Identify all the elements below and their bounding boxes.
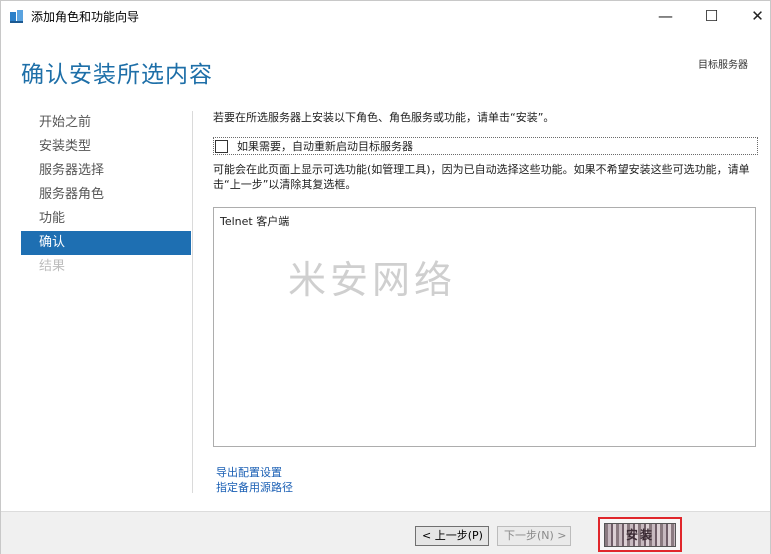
minimize-button[interactable]: —: [643, 1, 688, 31]
restart-checkbox-row[interactable]: 如果需要，自动重新启动目标服务器: [213, 137, 758, 155]
window-title: 添加角色和功能向导: [31, 10, 140, 24]
nav-item-features[interactable]: 功能: [21, 207, 191, 231]
install-button-highlight[interactable]: 安装: [598, 517, 682, 552]
next-button: 下一步(N) >: [497, 526, 571, 546]
export-settings-link[interactable]: 导出配置设置: [216, 464, 282, 480]
optional-features-note: 可能会在此页面上显示可选功能(如管理工具)，因为已自动选择这些功能。如果不希望安…: [213, 163, 750, 191]
wizard-nav: 开始之前 安装类型 服务器选择 服务器角色 功能 确认 结果: [21, 111, 191, 279]
nav-item-confirmation[interactable]: 确认: [21, 231, 191, 255]
list-item: Telnet 客户端: [220, 215, 290, 228]
restart-checkbox-label[interactable]: 如果需要，自动重新启动目标服务器: [237, 138, 413, 154]
nav-item-results: 结果: [39, 259, 66, 274]
alternate-source-link[interactable]: 指定备用源路径: [216, 479, 293, 495]
title-bar: 添加角色和功能向导 — ☐ ✕: [1, 1, 770, 31]
restart-checkbox[interactable]: [215, 139, 228, 153]
target-server-label: 目标服务器: [698, 60, 748, 71]
close-button[interactable]: ✕: [735, 1, 771, 31]
install-button[interactable]: 安装: [604, 522, 676, 547]
nav-divider: [192, 111, 193, 493]
previous-button[interactable]: < 上一步(P): [415, 526, 489, 546]
page-title: 确认安装所选内容: [21, 62, 213, 88]
nav-item-server-selection[interactable]: 服务器选择: [21, 159, 191, 183]
wizard-window: 添加角色和功能向导 — ☐ ✕ 确认安装所选内容 目标服务器 开始之前 安装类型…: [0, 0, 771, 554]
footer-bar: < 上一步(P) 下一步(N) > 安装: [1, 511, 770, 554]
intro-text: 若要在所选服务器上安装以下角色、角色服务或功能，请单击“安装”。: [213, 111, 555, 124]
nav-item-installation-type[interactable]: 安装类型: [21, 135, 191, 159]
server-manager-icon: [9, 9, 24, 23]
nav-item-before-you-begin[interactable]: 开始之前: [21, 111, 191, 135]
watermark: 米安网络: [288, 258, 457, 302]
maximize-button[interactable]: ☐: [689, 1, 734, 31]
nav-item-server-roles[interactable]: 服务器角色: [21, 183, 191, 207]
selected-features-list[interactable]: Telnet 客户端: [213, 207, 756, 447]
